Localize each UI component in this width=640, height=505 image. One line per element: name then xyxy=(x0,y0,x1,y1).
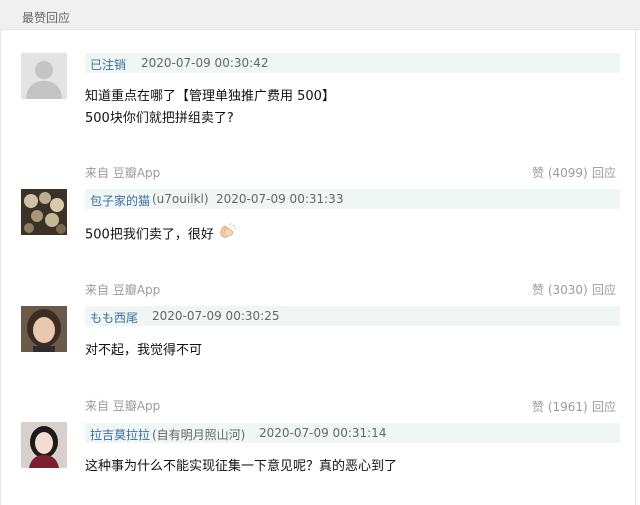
portrait-avatar-icon xyxy=(21,306,67,352)
section-header: 最赞回应 xyxy=(0,0,640,30)
like-button[interactable]: 赞 (3030) xyxy=(532,281,588,298)
comment-line: 对不起，我觉得不可 xyxy=(85,343,203,358)
flowers-avatar-icon xyxy=(21,189,67,235)
avatar-default[interactable] xyxy=(21,53,67,99)
reply-button[interactable]: 回应 xyxy=(592,398,616,415)
comment-source: 来自 豆瓣App xyxy=(85,166,161,180)
comment-text: 500把我们卖了，很好 xyxy=(85,222,236,247)
comment-line: 知道重点在哪了【管理单独推广费用 500】 xyxy=(85,89,335,104)
author-link[interactable]: 包子家的猫 xyxy=(90,192,150,209)
reply-button[interactable]: 回应 xyxy=(592,281,616,298)
comment-text: 知道重点在哪了【管理单独推广费用 500】 500块你们就把拼组卖了? xyxy=(85,86,335,130)
comment-line: 500块你们就把拼组卖了? xyxy=(85,111,234,126)
comment-meta: 拉吉莫拉拉 (自有明月照山河) 2020-07-09 00:31:14 xyxy=(85,423,620,443)
avatar-user[interactable] xyxy=(21,189,67,235)
reply-button[interactable]: 回应 xyxy=(592,164,616,181)
comment-source: 来自 豆瓣App xyxy=(85,399,161,413)
comment-text: 这种事为什么不能实现征集一下意见呢？真的恶心到了 xyxy=(85,456,397,478)
comment-time: 2020-07-09 00:31:33 xyxy=(216,192,344,206)
author-tag: (u7ouilkl) xyxy=(152,192,209,206)
comment-text: 对不起，我觉得不可 xyxy=(85,340,202,362)
portrait-avatar-icon xyxy=(21,422,67,468)
avatar-user[interactable] xyxy=(21,422,67,468)
comment-meta: もも西尾 2020-07-09 00:30:25 xyxy=(85,306,620,326)
comment-source: 来自 豆瓣App xyxy=(85,283,161,297)
comment-time: 2020-07-09 00:31:14 xyxy=(259,426,387,440)
comment-line: 500把我们卖了，很好 xyxy=(85,227,214,243)
author-link[interactable]: 拉吉莫拉拉 xyxy=(90,426,150,443)
comment-time: 2020-07-09 00:30:42 xyxy=(141,56,269,70)
avatar-user[interactable] xyxy=(21,306,67,352)
like-button[interactable]: 赞 (1961) xyxy=(532,398,588,415)
comment-meta: 包子家的猫 (u7ouilkl) 2020-07-09 00:31:33 xyxy=(85,189,620,209)
comment-line: 这种事为什么不能实现征集一下意见呢？真的恶心到了 xyxy=(85,459,398,474)
author-tag: (自有明月照山河) xyxy=(152,428,246,442)
default-avatar-icon xyxy=(21,53,67,99)
clapping-hands-icon xyxy=(218,222,236,247)
author-link[interactable]: もも西尾 xyxy=(90,309,138,326)
author-link[interactable]: 已注销 xyxy=(90,56,126,73)
comment-meta: 已注销 2020-07-09 00:30:42 xyxy=(85,53,620,73)
like-button[interactable]: 赞 (4099) xyxy=(532,164,588,181)
section-title: 最赞回应 xyxy=(22,11,71,25)
comment-time: 2020-07-09 00:30:25 xyxy=(152,309,280,323)
